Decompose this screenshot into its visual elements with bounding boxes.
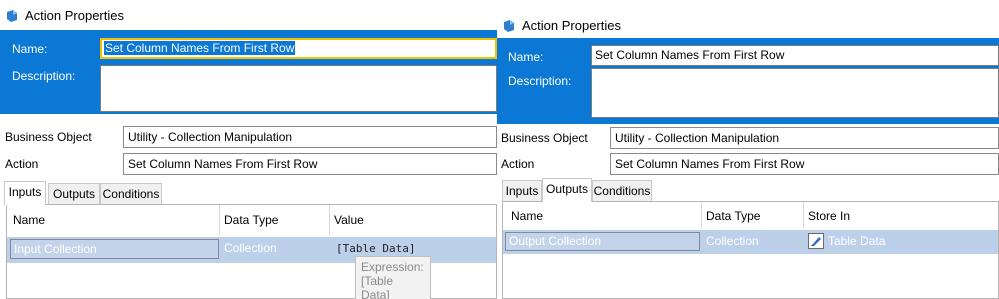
name-field-text: Set Column Names From First Row [104,41,296,55]
business-object-combo[interactable]: Utility - Collection Manipulation [123,126,497,148]
description-label: Description: [508,74,572,88]
business-object-combo[interactable]: Utility - Collection Manipulation [610,127,999,149]
dialog-title: Action Properties [502,18,621,33]
column-header-name[interactable]: Name [511,209,543,223]
tab-conditions[interactable]: Conditions [100,183,162,205]
column-divider[interactable] [701,202,702,228]
description-label: Description: [12,69,76,83]
action-properties-icon [504,19,514,32]
action-combo[interactable]: Set Column Names From First Row [610,153,999,175]
tab-inputs[interactable]: Inputs [4,181,46,205]
column-divider[interactable] [803,202,804,228]
description-field[interactable] [591,68,999,118]
dialog-title-text: Action Properties [522,18,621,33]
column-divider[interactable] [219,205,220,235]
dialog-title-text: Action Properties [25,8,124,23]
row-value-cell[interactable]: [Table Data] [336,242,415,255]
tooltip-expression: [Table Data] [361,274,394,299]
row-store-in-cell[interactable]: Table Data [828,234,885,248]
name-field[interactable]: Set Column Names From First Row [591,45,999,66]
tab-conditions[interactable]: Conditions [592,180,652,202]
row-data-type-cell: Collection [706,234,759,248]
column-header-value[interactable]: Value [334,213,364,227]
dialog-title: Action Properties [5,8,124,23]
column-header-store-in[interactable]: Store In [808,209,850,223]
column-header-data-type[interactable]: Data Type [224,213,278,227]
column-header-data-type[interactable]: Data Type [706,209,760,223]
name-label: Name: [508,50,544,64]
action-properties-icon [7,9,17,22]
description-field[interactable] [100,65,497,112]
column-header-name[interactable]: Name [13,213,45,227]
action-properties-dialog-outputs: Action Properties Name: Set Column Names… [497,0,999,299]
row-data-type-cell: Collection [224,241,277,255]
tab-outputs[interactable]: Outputs [48,183,100,205]
action-properties-dialog-inputs: Action Properties Name: Set Column Names… [0,0,497,299]
expression-tooltip: Expression: [Table Data] [355,256,431,299]
row-name-cell[interactable]: Input Collection [10,239,219,259]
action-label: Action [5,157,39,171]
action-label: Action [501,157,535,171]
data-item-icon[interactable] [808,233,824,249]
row-name-cell[interactable]: Output Collection [505,232,700,251]
name-field[interactable]: Set Column Names From First Row [100,38,497,59]
tab-outputs[interactable]: Outputs [542,178,592,202]
business-object-label: Business Object [5,130,92,144]
action-combo[interactable]: Set Column Names From First Row [123,153,497,175]
column-divider[interactable] [329,205,330,235]
business-object-label: Business Object [501,131,588,145]
outputs-grid: Name Data Type Store In Output Collectio… [502,201,999,299]
name-label: Name: [12,42,48,56]
tooltip-heading: Expression: [361,260,424,274]
tab-inputs[interactable]: Inputs [502,180,542,202]
